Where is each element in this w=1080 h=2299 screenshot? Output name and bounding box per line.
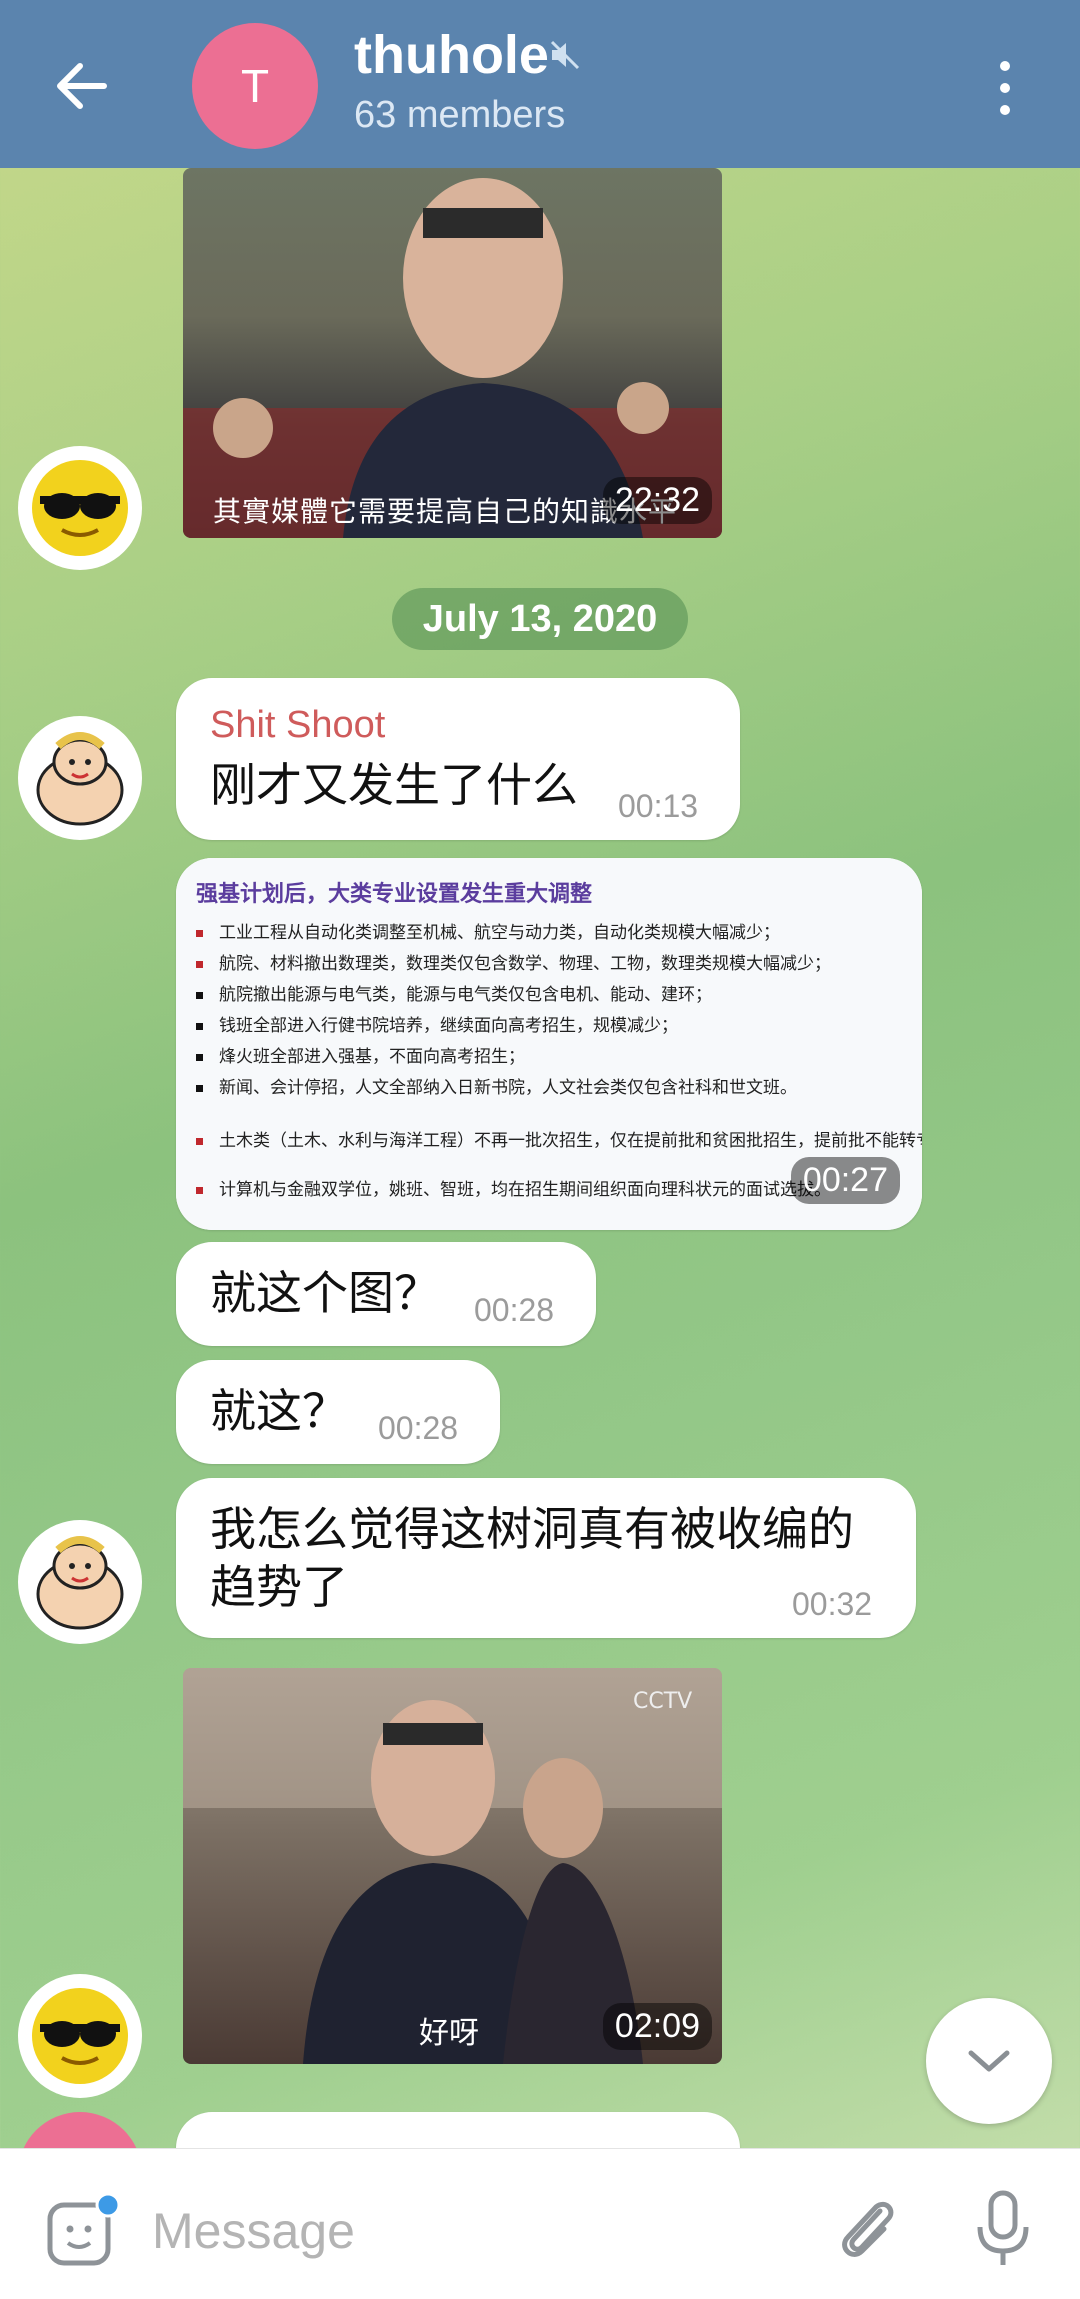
message-bubble[interactable]: 就这个图？ 00:28 <box>176 1242 596 1346</box>
message-input-bar <box>0 2148 1080 2299</box>
cartoon-avatar-icon <box>36 1536 124 1630</box>
video-message[interactable]: CCTV 好呀 02:09 <box>183 1668 722 2064</box>
message-bubble[interactable]: Shit Shoot 刚才又发生了什么 00:13 <box>176 678 740 840</box>
avatar-cartoon[interactable] <box>18 1520 142 1644</box>
members-count: 63 members <box>354 94 566 136</box>
infographic-title: 强基计划后，大类专业设置发生重大调整 <box>196 881 593 906</box>
svg-text:CCTV: CCTV <box>633 1689 692 1714</box>
back-arrow-icon[interactable] <box>46 50 118 122</box>
avatar-sunglasses[interactable] <box>18 1974 142 2098</box>
sticker-emoji-icon[interactable] <box>44 2193 120 2269</box>
message-text: 就这？ <box>210 1385 348 1437</box>
message-text: 就这个图？ <box>210 1267 440 1319</box>
infographic-line: 新闻、会计停招，人文全部纳入日新书院，人文社会类仅包含社科和世文班。 <box>219 1078 797 1097</box>
message-text: 我怎么觉得这树洞真有被收编的 <box>210 1503 854 1555</box>
infographic-line: 钱班全部进入行健书院培养，继续面向高考招生，规模减少； <box>219 1016 678 1035</box>
infographic-line: 计算机与金融双学位，姚班、智班，均在招生期间组织面向理科状元的面试选拔。 <box>219 1180 831 1199</box>
sender-name[interactable]: Shit Shoot <box>210 704 385 747</box>
infographic-line: 航院、材料撤出数理类，数理类仅包含数学、物理、工物，数理类规模大幅减少； <box>219 954 831 973</box>
microphone-icon[interactable] <box>970 2187 1036 2273</box>
message-list[interactable]: 其實媒體它需要提高自己的知識水平 22:32 July 13, 2020 Shi… <box>0 168 1080 2148</box>
avatar-sunglasses[interactable] <box>18 446 142 570</box>
video-message[interactable]: 其實媒體它需要提高自己的知識水平 22:32 <box>183 168 722 538</box>
chevron-down-icon <box>968 2050 1010 2072</box>
message-text-line2: 趋势了 <box>210 1561 348 1613</box>
image-message-bubble[interactable]: 强基计划后，大类专业设置发生重大调整 工业工程从自动化类调整至机械、航空与动力类… <box>176 858 922 1230</box>
group-avatar[interactable]: T <box>192 23 318 149</box>
infographic-line: 工业工程从自动化类调整至机械、航空与动力类，自动化类规模大幅减少； <box>219 923 780 942</box>
infographic-line: 烽火班全部进入强基，不面向高考招生； <box>219 1047 525 1066</box>
avatar-partial[interactable] <box>18 2112 142 2148</box>
message-input[interactable] <box>150 2195 814 2267</box>
message-bubble[interactable]: 就这？ 00:28 <box>176 1360 500 1464</box>
group-avatar-letter: T <box>240 60 270 112</box>
infographic-line: 航院撤出能源与电气类，能源与电气类仅包含电机、能动、建环； <box>219 985 712 1004</box>
scroll-to-bottom-button[interactable] <box>926 1998 1052 2124</box>
paperclip-icon[interactable] <box>830 2189 900 2269</box>
message-bubble-partial[interactable] <box>176 2112 740 2148</box>
message-bubble[interactable]: 我怎么觉得这树洞真有被收编的 趋势了 00:32 <box>176 1478 916 1638</box>
cartoon-avatar-icon <box>36 732 124 826</box>
message-text: 刚才又发生了什么 <box>210 759 578 811</box>
sunglasses-emoji-icon <box>32 460 128 556</box>
avatar-cartoon[interactable] <box>18 716 142 840</box>
message-time: 00:32 <box>792 1586 873 1622</box>
message-time: 00:28 <box>378 1410 459 1446</box>
message-time: 00:28 <box>474 1292 555 1328</box>
infographic-line: 土木类（土木、水利与海洋工程）不再一批次招生，仅在提前批和贫困批招生，提前批不能… <box>219 1131 922 1150</box>
image-time: 00:27 <box>790 1157 900 1204</box>
video-duration: 02:09 <box>602 2003 712 2050</box>
muted-speaker-icon <box>550 40 580 70</box>
chat-title[interactable]: thuhole <box>354 24 549 86</box>
video-duration: 22:32 <box>602 477 712 524</box>
message-time: 00:13 <box>618 788 699 824</box>
more-options-icon[interactable] <box>990 56 1020 120</box>
chat-header: T thuhole 63 members <box>0 0 1080 168</box>
sunglasses-emoji-icon <box>32 1988 128 2084</box>
video-subtitle: 好呀 <box>419 2016 479 2051</box>
date-separator: July 13, 2020 <box>392 588 688 650</box>
